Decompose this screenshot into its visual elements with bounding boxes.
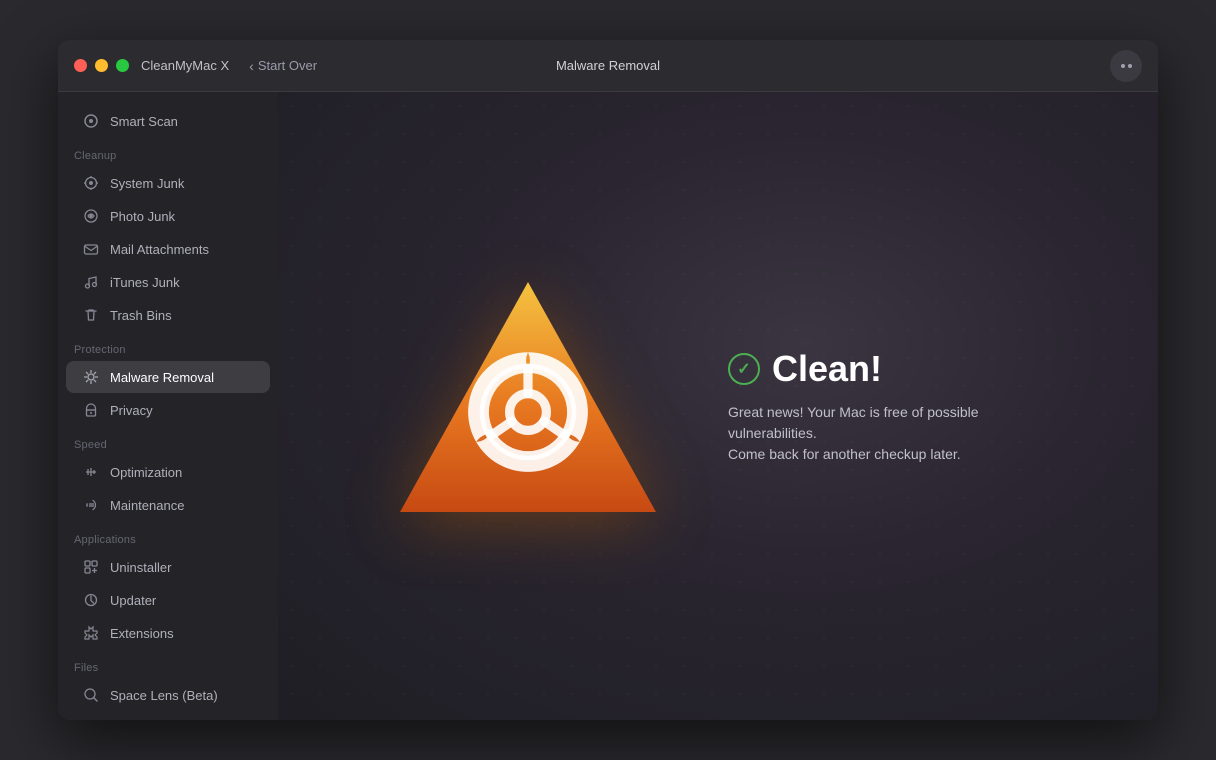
sidebar-item-large-old-files[interactable]: Large & Old Files [66, 712, 270, 720]
clean-title-row: Clean! [728, 348, 1048, 390]
privacy-icon [82, 401, 100, 419]
optimization-icon [82, 463, 100, 481]
sidebar-item-maintenance[interactable]: Maintenance [66, 489, 270, 521]
maximize-button[interactable] [116, 59, 129, 72]
sidebar-item-malware-removal[interactable]: Malware Removal [66, 361, 270, 393]
app-title: CleanMyMac X [141, 58, 229, 73]
updater-icon [82, 591, 100, 609]
back-button[interactable]: ‹ Start Over [249, 58, 317, 74]
sidebar-item-space-lens[interactable]: Space Lens (Beta) [66, 679, 270, 711]
mail-attachments-label: Mail Attachments [110, 242, 209, 257]
malware-removal-label: Malware Removal [110, 370, 214, 385]
close-button[interactable] [74, 59, 87, 72]
sidebar-item-updater[interactable]: Updater [66, 584, 270, 616]
smart-scan-label: Smart Scan [110, 114, 178, 129]
extensions-icon [82, 624, 100, 642]
system-junk-label: System Junk [110, 176, 184, 191]
section-files: Files [58, 650, 278, 678]
itunes-junk-label: iTunes Junk [110, 275, 180, 290]
optimization-label: Optimization [110, 465, 182, 480]
extensions-label: Extensions [110, 626, 174, 641]
mail-icon [82, 240, 100, 258]
sidebar-item-photo-junk[interactable]: Photo Junk [66, 200, 270, 232]
section-applications: Applications [58, 522, 278, 550]
main-content: Clean! Great news! Your Mac is free of p… [388, 264, 1048, 549]
malware-icon [82, 368, 100, 386]
maintenance-label: Maintenance [110, 498, 184, 513]
traffic-lights [74, 59, 129, 72]
section-cleanup: Cleanup [58, 138, 278, 166]
titlebar: CleanMyMac X ‹ Start Over Malware Remova… [58, 40, 1158, 92]
clean-description: Great news! Your Mac is free of possible… [728, 402, 1048, 465]
sidebar-item-privacy[interactable]: Privacy [66, 394, 270, 426]
sidebar: Smart Scan Cleanup System Junk [58, 92, 278, 720]
check-circle-icon [728, 353, 760, 385]
photo-junk-label: Photo Junk [110, 209, 175, 224]
updater-label: Updater [110, 593, 156, 608]
biohazard-graphic [388, 264, 668, 549]
sidebar-item-uninstaller[interactable]: Uninstaller [66, 551, 270, 583]
sidebar-item-system-junk[interactable]: System Junk [66, 167, 270, 199]
biohazard-icon [388, 264, 668, 544]
sidebar-item-smart-scan[interactable]: Smart Scan [66, 105, 270, 137]
photo-junk-icon [82, 207, 100, 225]
section-protection: Protection [58, 332, 278, 360]
minimize-button[interactable] [95, 59, 108, 72]
result-panel: Clean! Great news! Your Mac is free of p… [728, 348, 1048, 465]
sidebar-item-trash-bins[interactable]: Trash Bins [66, 299, 270, 331]
window-title: Malware Removal [556, 58, 660, 73]
main-area: Clean! Great news! Your Mac is free of p… [278, 92, 1158, 720]
sidebar-item-itunes-junk[interactable]: iTunes Junk [66, 266, 270, 298]
large-files-icon [82, 719, 100, 720]
privacy-label: Privacy [110, 403, 153, 418]
system-junk-icon [82, 174, 100, 192]
sidebar-item-optimization[interactable]: Optimization [66, 456, 270, 488]
dot-icon [1128, 64, 1132, 68]
clean-desc-line2: Come back for another checkup later. [728, 446, 961, 462]
clean-heading: Clean! [772, 348, 882, 390]
space-lens-icon [82, 686, 100, 704]
trash-icon [82, 306, 100, 324]
space-lens-label: Space Lens (Beta) [110, 688, 218, 703]
smart-scan-icon [82, 112, 100, 130]
sidebar-item-extensions[interactable]: Extensions [66, 617, 270, 649]
chevron-left-icon: ‹ [249, 58, 254, 74]
sidebar-item-mail-attachments[interactable]: Mail Attachments [66, 233, 270, 265]
more-options-button[interactable] [1110, 50, 1142, 82]
uninstaller-icon [82, 558, 100, 576]
maintenance-icon [82, 496, 100, 514]
dot-icon [1121, 64, 1125, 68]
back-label: Start Over [258, 58, 317, 73]
section-speed: Speed [58, 427, 278, 455]
content-area: Smart Scan Cleanup System Junk [58, 92, 1158, 720]
app-window: CleanMyMac X ‹ Start Over Malware Remova… [58, 40, 1158, 720]
clean-desc-line1: Great news! Your Mac is free of possible… [728, 404, 979, 441]
music-icon [82, 273, 100, 291]
trash-bins-label: Trash Bins [110, 308, 172, 323]
uninstaller-label: Uninstaller [110, 560, 171, 575]
